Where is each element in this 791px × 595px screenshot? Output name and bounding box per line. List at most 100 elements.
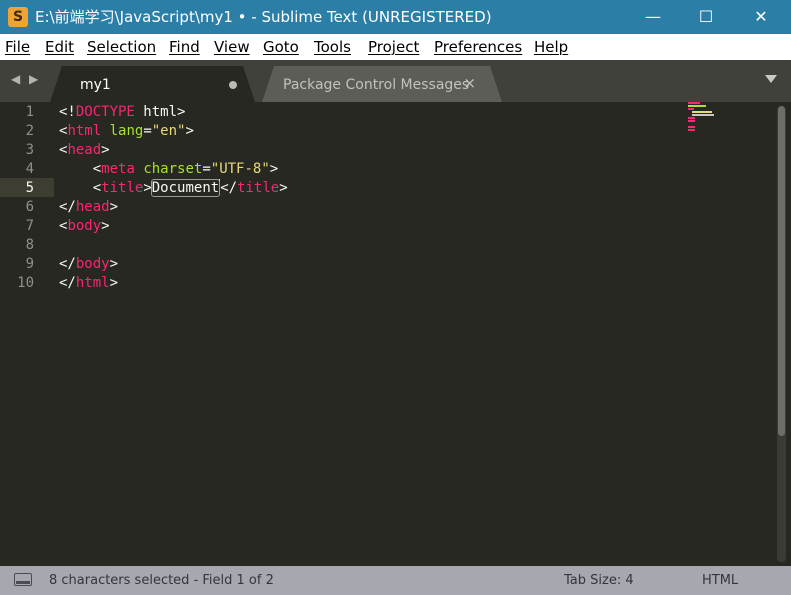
- menu-preferences[interactable]: Preferences: [434, 38, 522, 56]
- punct: >: [109, 199, 119, 215]
- minimap-line: [688, 102, 700, 104]
- punct: >: [269, 161, 279, 177]
- punct: =: [143, 123, 152, 139]
- window-title: E:\前端学习\JavaScript\my1 • - Sublime Text …: [35, 8, 492, 26]
- minimap-line: [688, 117, 695, 119]
- syntax-indicator[interactable]: HTML: [702, 573, 738, 588]
- menu-view[interactable]: View: [214, 38, 250, 56]
- punct: html>: [134, 104, 186, 120]
- menu-bar: File Edit Selection Find View Goto Tools…: [0, 34, 791, 60]
- selection-status: 8 characters selected - Field 1 of 2: [49, 573, 274, 588]
- punct: >: [101, 218, 110, 234]
- code-line-5: <title>Document</title>: [59, 179, 288, 198]
- minimap-line: [688, 105, 706, 107]
- menu-selection[interactable]: Selection: [87, 38, 156, 56]
- line-number: 2: [25, 123, 34, 139]
- punct: >: [143, 180, 152, 196]
- menu-find[interactable]: Find: [169, 38, 200, 56]
- sublime-app-icon: S: [8, 7, 28, 27]
- punct: <: [92, 180, 102, 196]
- punct: >: [109, 275, 119, 291]
- tag-name: title: [101, 180, 144, 196]
- attribute-value: "en": [151, 123, 186, 139]
- panel-toggle-icon[interactable]: [14, 573, 32, 586]
- minimap-line: [692, 111, 712, 113]
- punct: </: [59, 199, 76, 215]
- tag-name: html: [67, 123, 102, 139]
- line-number: 4: [25, 161, 34, 177]
- line-number: 10: [17, 275, 34, 291]
- menu-edit[interactable]: Edit: [45, 38, 74, 56]
- tab-close-icon[interactable]: ×: [463, 74, 476, 92]
- code-line-7: <body>: [59, 217, 110, 236]
- minimap-line: [688, 120, 695, 122]
- attribute-value: "UTF-8": [210, 161, 270, 177]
- code-line-6: </head>: [59, 198, 118, 217]
- tag-name: head: [67, 142, 102, 158]
- tab-label: my1: [80, 77, 111, 93]
- tag-name: meta: [101, 161, 135, 177]
- tag-name: html: [75, 275, 110, 291]
- tab-list-dropdown-icon[interactable]: [765, 75, 777, 83]
- close-button[interactable]: ✕: [738, 0, 784, 34]
- tab-my1[interactable]: my1: [50, 66, 255, 102]
- punct: </: [59, 256, 76, 272]
- tab-label: Package Control Messages: [283, 77, 470, 93]
- title-bar: S E:\前端学习\JavaScript\my1 • - Sublime Tex…: [0, 0, 791, 34]
- line-number: 1: [25, 104, 34, 120]
- tab-bar: ◀ ▶ my1 Package Control Messages ×: [0, 60, 791, 102]
- minimap[interactable]: [688, 102, 728, 132]
- line-number: 9: [25, 256, 34, 272]
- punct: <: [92, 161, 102, 177]
- minimap-line: [688, 108, 694, 110]
- tab-package-control-messages[interactable]: Package Control Messages ×: [262, 66, 502, 102]
- code-line-9: </body>: [59, 255, 118, 274]
- punct: >: [109, 256, 119, 272]
- code-line-3: <head>: [59, 141, 110, 160]
- code-line-1: <!DOCTYPE html>: [59, 103, 185, 122]
- status-bar: 8 characters selected - Field 1 of 2 Tab…: [0, 566, 791, 595]
- tag-name: body: [67, 218, 102, 234]
- tag-name: title: [237, 180, 280, 196]
- modified-dot-icon[interactable]: [229, 81, 237, 89]
- code-line-2: <html lang="en">: [59, 122, 194, 141]
- minimap-line: [692, 114, 714, 116]
- punct: </: [59, 275, 76, 291]
- tab-nav-right-icon[interactable]: ▶: [29, 72, 38, 86]
- punct: >: [279, 180, 288, 196]
- menu-file[interactable]: File: [5, 38, 30, 56]
- line-number-current: 5: [25, 180, 34, 196]
- menu-tools[interactable]: Tools: [314, 38, 351, 56]
- menu-goto[interactable]: Goto: [263, 38, 299, 56]
- punct: >: [185, 123, 194, 139]
- menu-project[interactable]: Project: [368, 38, 419, 56]
- line-number: 8: [25, 237, 34, 253]
- attribute-name: lang: [109, 123, 144, 139]
- menu-help[interactable]: Help: [534, 38, 568, 56]
- minimap-line: [688, 129, 695, 131]
- line-number: 7: [25, 218, 34, 234]
- tag-name: head: [75, 199, 110, 215]
- minimap-line: [688, 126, 695, 128]
- tag-name: body: [75, 256, 110, 272]
- tab-size-indicator[interactable]: Tab Size: 4: [564, 573, 634, 588]
- tab-nav-left-icon[interactable]: ◀: [11, 72, 20, 86]
- editor-area[interactable]: 1 2 3 4 5 6 7 8 9 10 <!DOCTYPE html> <ht…: [0, 102, 791, 566]
- code-line-10: </html>: [59, 274, 118, 293]
- attribute-name: charset: [143, 161, 203, 177]
- vertical-scrollbar[interactable]: [777, 106, 786, 562]
- line-number: 3: [25, 142, 34, 158]
- scrollbar-thumb[interactable]: [778, 106, 785, 436]
- punct: >: [101, 142, 110, 158]
- code-line-4: <meta charset="UTF-8">: [59, 160, 279, 179]
- punct: =: [202, 161, 211, 177]
- maximize-button[interactable]: ☐: [683, 0, 729, 34]
- line-number: 6: [25, 199, 34, 215]
- punct: </: [220, 180, 238, 196]
- minimize-button[interactable]: —: [630, 0, 676, 34]
- punct: <!: [59, 104, 76, 120]
- selected-text[interactable]: Document: [150, 179, 221, 197]
